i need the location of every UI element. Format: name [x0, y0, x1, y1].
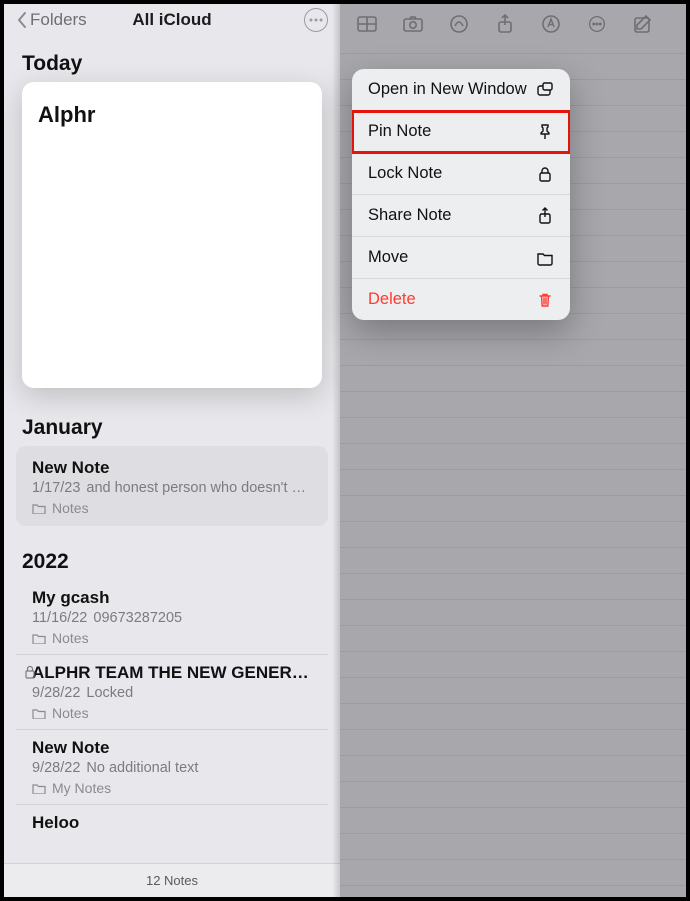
sidebar-footer: 12 Notes: [4, 863, 340, 897]
chevron-left-icon: [16, 11, 28, 29]
note-row[interactable]: New Note 9/28/22No additional text My Note…: [16, 729, 328, 804]
new-window-icon: [536, 81, 554, 99]
note-card-january[interactable]: New Note 1/17/23and honest person who do…: [16, 446, 328, 526]
note-context-menu: Open in New Window Pin Note Lock Note Sh…: [352, 69, 570, 320]
note-folder: Notes: [32, 705, 314, 721]
note-title: New Note: [32, 458, 312, 478]
trash-icon: [536, 291, 554, 309]
folder-move-icon: [536, 249, 554, 267]
note-title: New Note: [32, 738, 314, 758]
back-to-folders-button[interactable]: Folders: [16, 10, 87, 30]
note-row[interactable]: My gcash 11/16/2209673287205 Notes: [4, 580, 340, 654]
folder-icon: [32, 782, 46, 794]
share-up-icon: [536, 207, 554, 225]
ctx-move[interactable]: Move: [352, 237, 570, 279]
note-subtitle: 9/28/22No additional text: [32, 760, 314, 776]
lock-icon: [536, 165, 554, 183]
preview-title: Alphr: [38, 102, 306, 128]
note-subtitle: 11/16/2209673287205: [32, 610, 314, 626]
sidebar-header: Folders All iCloud: [4, 4, 340, 36]
pin-icon: [536, 123, 554, 141]
ctx-delete[interactable]: Delete: [352, 279, 570, 320]
folder-icon: [32, 632, 46, 644]
ctx-lock-note[interactable]: Lock Note: [352, 153, 570, 195]
note-folder: My Notes: [32, 780, 314, 796]
note-title: My gcash: [32, 588, 314, 608]
ctx-pin-note[interactable]: Pin Note: [352, 111, 570, 153]
note-subtitle: 1/17/23and honest person who doesn't b…: [32, 480, 312, 496]
note-folder: Notes: [32, 630, 314, 646]
locked-indicator-icon: [24, 665, 36, 684]
note-folder: Notes: [32, 500, 312, 516]
notes-sidebar: Folders All iCloud Today Alphr January N…: [4, 4, 340, 897]
note-title: Heloo: [32, 813, 314, 833]
folder-icon: [32, 502, 46, 514]
note-title: ALPHR TEAM THE NEW GENERATIO…: [32, 663, 314, 683]
note-subtitle: 9/28/22Locked: [32, 685, 314, 701]
folder-icon: [32, 707, 46, 719]
back-label: Folders: [30, 10, 87, 30]
note-row[interactable]: ALPHR TEAM THE NEW GENERATIO… 9/28/22Lock…: [16, 654, 328, 729]
note-row[interactable]: Heloo: [16, 804, 328, 863]
ellipsis-icon: [309, 18, 323, 22]
section-today: Today: [4, 36, 340, 82]
notes-2022-list: My gcash11/16/2209673287205NotesALPHR TE…: [4, 580, 340, 863]
note-subtitle: [32, 835, 314, 851]
note-preview-card[interactable]: Alphr: [22, 82, 322, 387]
section-2022: 2022: [4, 534, 340, 580]
ctx-share-note[interactable]: Share Note: [352, 195, 570, 237]
note-count: 12 Notes: [146, 873, 198, 888]
ctx-open-new-window[interactable]: Open in New Window: [352, 69, 570, 111]
section-january: January: [4, 400, 340, 446]
sidebar-more-button[interactable]: [304, 8, 328, 32]
